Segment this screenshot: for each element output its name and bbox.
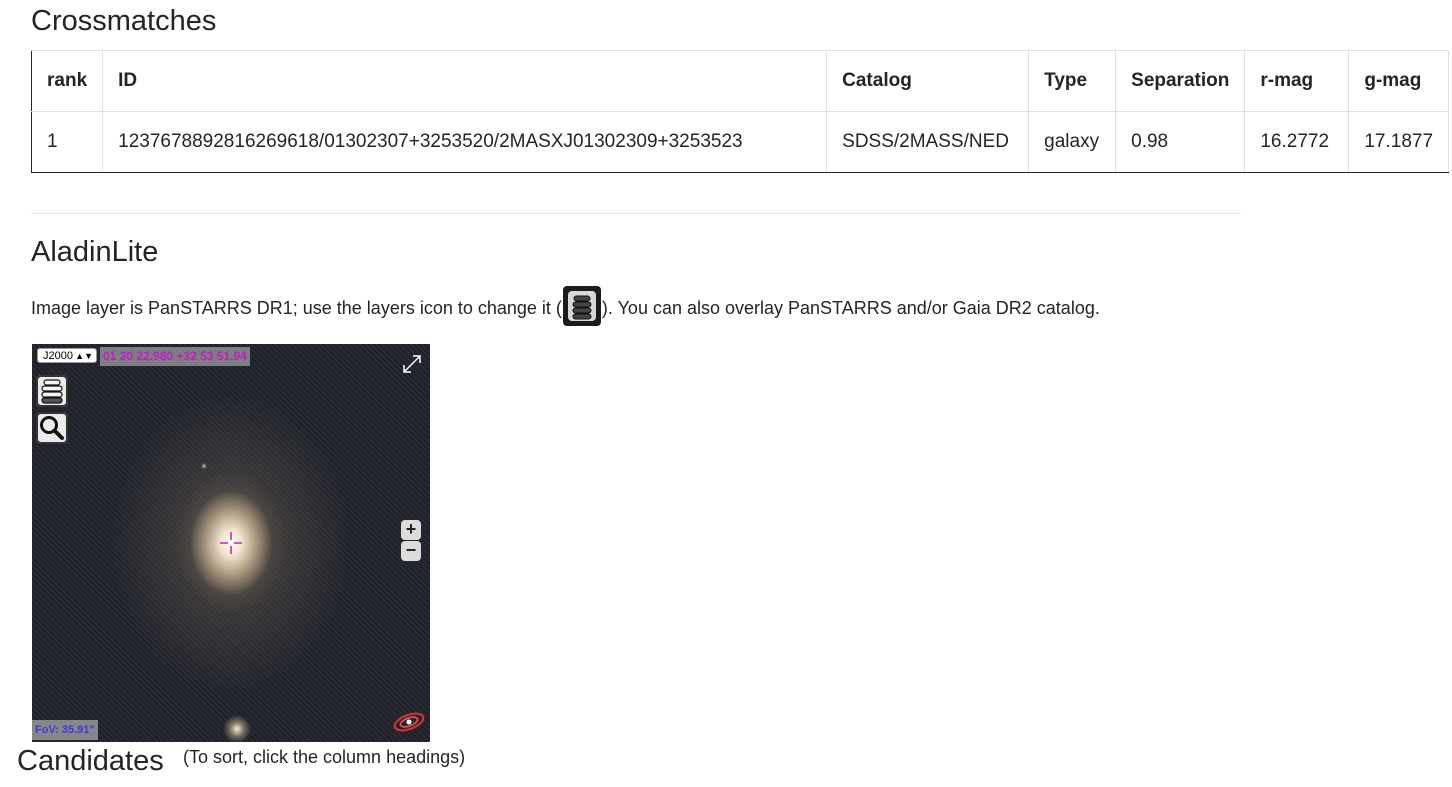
aladin-description-text: Image layer is PanSTARRS DR1; use the la… xyxy=(31,297,562,318)
aladin-logo-icon[interactable] xyxy=(392,710,426,734)
fullscreen-icon[interactable] xyxy=(400,352,424,376)
layers-button[interactable] xyxy=(36,375,68,407)
cell-r-mag: 16.2772 xyxy=(1244,111,1350,173)
coordinates-readout: 01 30 22.980 +32 53 51.94 xyxy=(100,347,250,366)
aladin-viewer[interactable]: J2000 ▲▼ 01 30 22.980 +32 53 51.94 + − F… xyxy=(32,344,430,742)
frame-select[interactable]: J2000 ▲▼ xyxy=(37,348,97,363)
search-button[interactable] xyxy=(36,412,68,444)
aladin-description-text-after: ). You can also overlay PanSTARRS and/or… xyxy=(601,297,1100,318)
cell-catalog: SDSS/2MASS/NED xyxy=(826,111,1030,173)
column-header-id[interactable]: ID xyxy=(102,50,828,112)
layers-icon xyxy=(41,379,63,404)
reticle-icon xyxy=(220,532,242,554)
search-icon xyxy=(40,416,64,440)
table-row: 1 1237678892816269618/01302307+3253520/2… xyxy=(30,111,1450,173)
candidates-sort-note: (To sort, click the column headings) xyxy=(183,747,466,767)
crossmatches-heading: Crossmatches xyxy=(31,5,217,37)
cell-separation: 0.98 xyxy=(1115,111,1246,173)
cell-g-mag: 17.1877 xyxy=(1348,111,1450,173)
frame-select-value: J2000 xyxy=(43,350,73,362)
crossmatches-table: rank ID Catalog Type Separation r-mag g-… xyxy=(30,50,1450,173)
aladin-description: Image layer is PanSTARRS DR1; use the la… xyxy=(31,286,1100,329)
cell-rank: 1 xyxy=(30,111,104,173)
column-header-r-mag[interactable]: r-mag xyxy=(1244,50,1350,112)
zoom-in-button[interactable]: + xyxy=(401,520,421,540)
zoom-out-button[interactable]: − xyxy=(401,541,421,561)
layers-icon xyxy=(562,286,601,326)
column-header-separation[interactable]: Separation xyxy=(1115,50,1246,112)
column-header-type[interactable]: Type xyxy=(1028,50,1117,112)
cell-id: 1237678892816269618/01302307+3253520/2MA… xyxy=(102,111,828,173)
aladinlite-heading: AladinLite xyxy=(31,236,159,268)
candidates-heading: Candidates xyxy=(17,745,164,777)
cell-type: galaxy xyxy=(1028,111,1117,173)
select-arrows-icon: ▲▼ xyxy=(75,351,93,361)
section-divider xyxy=(31,213,1241,214)
table-header-row: rank ID Catalog Type Separation r-mag g-… xyxy=(30,50,1450,112)
column-header-catalog[interactable]: Catalog xyxy=(826,50,1030,112)
fov-readout: FoV: 35.91" xyxy=(32,720,98,740)
column-header-g-mag[interactable]: g-mag xyxy=(1348,50,1450,112)
column-header-rank[interactable]: rank xyxy=(30,50,104,112)
